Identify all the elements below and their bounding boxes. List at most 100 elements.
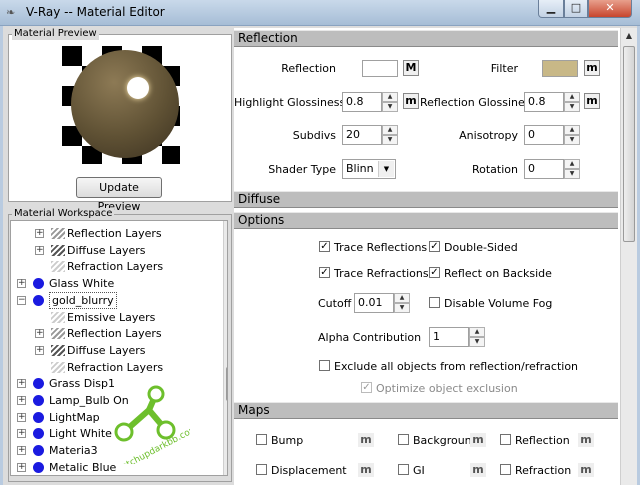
spin-up-icon[interactable]: ▲ <box>564 159 580 169</box>
layer-icon <box>51 228 65 239</box>
update-preview-button[interactable]: Update Preview <box>76 177 162 213</box>
reflection-map-button[interactable]: M <box>403 60 419 76</box>
cutoff-spinner[interactable]: 0.01 ▲ ▼ <box>354 293 410 313</box>
layer-tree-item[interactable]: Diffuse Layers <box>67 342 145 359</box>
exclude-all-checkbox[interactable] <box>319 360 330 371</box>
spin-up-icon[interactable]: ▲ <box>394 293 410 303</box>
spin-up-icon[interactable]: ▲ <box>382 125 398 135</box>
material-tree-item[interactable]: Materia3 <box>49 442 98 459</box>
reflect-on-backside-checkbox[interactable]: ✓ <box>429 267 440 278</box>
disable-volume-fog-checkbox[interactable] <box>429 297 440 308</box>
spin-up-icon[interactable]: ▲ <box>469 327 485 337</box>
map-checkbox[interactable] <box>500 464 511 475</box>
exclude-all-label: Exclude all objects from reflection/refr… <box>334 360 579 373</box>
minimize-button[interactable]: ▁ <box>538 0 564 18</box>
map-slot-button[interactable]: m <box>578 433 594 447</box>
diffuse-section-header[interactable]: Diffuse <box>234 191 618 208</box>
maps-section-header[interactable]: Maps <box>234 402 618 419</box>
map-checkbox[interactable] <box>256 464 267 475</box>
rotation-spinner[interactable]: 0 ▲ ▼ <box>524 159 580 179</box>
tree-scroll-up-arrow-icon[interactable]: ▲ <box>224 221 227 237</box>
highlight-glossiness-field[interactable]: 0.8 <box>342 92 382 112</box>
map-checkbox[interactable] <box>500 434 511 445</box>
scroll-up-arrow-icon[interactable]: ▲ <box>621 28 637 44</box>
material-tree-item[interactable]: Glass White <box>49 275 114 292</box>
subdivs-label: Subdivs <box>292 129 336 142</box>
properties-scroll-thumb[interactable] <box>623 46 635 242</box>
tree-expander-icon[interactable]: + <box>17 412 26 422</box>
tree-expander-icon[interactable]: + <box>35 229 44 238</box>
map-slot-button[interactable]: m <box>470 433 486 447</box>
anisotropy-spinner[interactable]: 0 ▲ ▼ <box>524 125 580 145</box>
tree-expander-icon[interactable]: + <box>35 245 44 255</box>
spin-down-icon[interactable]: ▼ <box>564 169 580 179</box>
spin-down-icon[interactable]: ▼ <box>382 135 398 145</box>
tree-expander-icon[interactable]: + <box>17 429 26 439</box>
spin-down-icon[interactable]: ▼ <box>394 303 410 313</box>
highlight-glossiness-spinner[interactable]: 0.8 ▲ ▼ <box>342 92 398 112</box>
tree-expander-icon[interactable]: + <box>35 345 44 355</box>
reflection-glossiness-spinner[interactable]: 0.8 ▲ ▼ <box>524 92 580 112</box>
reflection-glossiness-label: Reflection Glossiness <box>420 96 537 109</box>
tree-scroll-down-arrow-icon[interactable]: ▼ <box>224 461 227 475</box>
reflection-glossiness-field[interactable]: 0.8 <box>524 92 564 112</box>
map-slot-button[interactable]: m <box>358 433 374 447</box>
alpha-contribution-field[interactable]: 1 <box>429 327 469 347</box>
optimize-exclusion-checkbox[interactable]: ✓ <box>361 382 372 393</box>
layer-tree-item[interactable]: Refraction Layers <box>67 359 163 376</box>
tree-expander-icon[interactable]: + <box>35 329 44 339</box>
tree-expander-icon[interactable]: + <box>17 279 26 289</box>
map-checkbox[interactable] <box>256 434 267 445</box>
specular-highlight <box>127 77 149 99</box>
spin-up-icon[interactable]: ▲ <box>564 125 580 135</box>
material-tree-item[interactable]: gold_blurry <box>49 291 117 309</box>
properties-scrollbar[interactable]: ▲ <box>620 28 637 485</box>
spin-up-icon[interactable]: ▲ <box>382 92 398 102</box>
double-sided-checkbox[interactable]: ✓ <box>429 241 440 252</box>
maximize-button[interactable]: □ <box>564 0 588 18</box>
close-button[interactable]: ✕ <box>588 0 632 18</box>
reflection-color-swatch[interactable] <box>362 60 398 77</box>
cutoff-field[interactable]: 0.01 <box>354 293 394 313</box>
layer-tree-item[interactable]: Refraction Layers <box>67 258 163 275</box>
chevron-down-icon[interactable]: ▼ <box>378 161 394 177</box>
map-slot-button[interactable]: m <box>358 463 374 477</box>
shader-type-select[interactable]: Blinn ▼ <box>342 159 396 179</box>
spin-up-icon[interactable]: ▲ <box>564 92 580 102</box>
trace-refractions-checkbox[interactable]: ✓ <box>319 267 330 278</box>
reflection-label: Reflection <box>281 62 336 75</box>
tree-scrollbar[interactable]: ▲ ▼ <box>223 221 227 475</box>
options-section-header[interactable]: Options <box>234 212 618 229</box>
map-checkbox[interactable] <box>398 434 409 445</box>
spin-down-icon[interactable]: ▼ <box>382 102 398 112</box>
tree-expander-icon[interactable]: − <box>17 295 26 305</box>
spin-down-icon[interactable]: ▼ <box>564 135 580 145</box>
reflection-section-header[interactable]: Reflection <box>234 30 618 47</box>
spin-down-icon[interactable]: ▼ <box>469 337 485 347</box>
alpha-contribution-spinner[interactable]: 1 ▲ ▼ <box>429 327 485 347</box>
filter-color-swatch[interactable] <box>542 60 578 77</box>
tree-expander-icon[interactable]: + <box>17 379 26 389</box>
tree-expander-icon[interactable]: + <box>17 446 26 456</box>
highlight-glossiness-map-button[interactable]: m <box>403 93 419 109</box>
tree-expander-icon[interactable]: + <box>17 396 26 405</box>
reflection-glossiness-map-button[interactable]: m <box>584 93 600 109</box>
layer-tree-item[interactable]: Emissive Layers <box>67 309 155 326</box>
layer-tree-item[interactable]: Reflection Layers <box>67 325 162 342</box>
tree-expander-icon[interactable]: + <box>17 462 26 472</box>
material-tree-item[interactable]: Light White <box>49 425 112 442</box>
map-slot-button[interactable]: m <box>578 463 594 477</box>
layer-tree-item[interactable]: Diffuse Layers <box>67 242 145 259</box>
layer-tree-item[interactable]: Reflection Layers <box>67 225 162 242</box>
subdivs-spinner[interactable]: 20 ▲ ▼ <box>342 125 398 145</box>
material-tree-item[interactable]: LightMap <box>49 409 100 426</box>
subdivs-field[interactable]: 20 <box>342 125 382 145</box>
map-slot-button[interactable]: m <box>470 463 486 477</box>
tree-scroll-thumb[interactable] <box>226 367 227 401</box>
anisotropy-field[interactable]: 0 <box>524 125 564 145</box>
filter-map-button[interactable]: m <box>584 60 600 76</box>
map-checkbox[interactable] <box>398 464 409 475</box>
spin-down-icon[interactable]: ▼ <box>564 102 580 112</box>
trace-reflections-checkbox[interactable]: ✓ <box>319 241 330 252</box>
rotation-field[interactable]: 0 <box>524 159 564 179</box>
